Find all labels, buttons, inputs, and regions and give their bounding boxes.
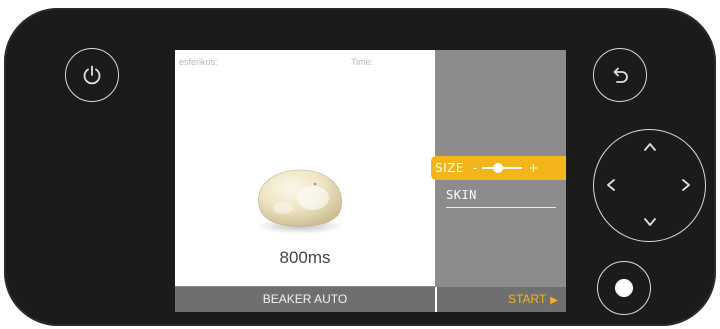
header-left-label: esferikos: xyxy=(179,57,218,67)
start-label: START xyxy=(508,292,547,306)
size-setting-row[interactable]: SIZE - + xyxy=(431,156,566,180)
power-icon xyxy=(83,65,101,85)
direction-pad xyxy=(593,129,706,242)
size-increase-button[interactable]: + xyxy=(528,161,538,175)
main-pane: esferikos: Time: 800ms xyxy=(175,50,435,286)
chevron-down-icon xyxy=(644,218,656,226)
duration-value: 800ms xyxy=(279,248,331,267)
back-button[interactable] xyxy=(593,48,647,102)
skin-label: SKIN xyxy=(446,188,477,202)
chevron-left-icon xyxy=(607,179,615,191)
spherification-drop-image xyxy=(256,169,344,234)
dpad-down-button[interactable] xyxy=(639,211,661,233)
power-button[interactable] xyxy=(65,48,119,102)
skin-setting-row[interactable]: SKIN xyxy=(446,185,556,208)
device-panel: esferikos: Time: 800ms SIZE - + SKIN BEA… xyxy=(4,8,716,326)
chevron-right-icon xyxy=(682,179,690,191)
size-decrease-button[interactable]: - xyxy=(473,161,477,175)
size-slider[interactable] xyxy=(482,162,523,174)
dpad-up-button[interactable] xyxy=(639,136,661,158)
chevron-up-icon xyxy=(644,143,656,151)
record-dot-icon xyxy=(615,279,633,297)
time-label: Time: xyxy=(351,57,374,67)
start-button[interactable]: START ▶ xyxy=(508,287,558,312)
size-label: SIZE xyxy=(435,161,464,175)
mode-label: BEAKER AUTO xyxy=(262,292,348,306)
display-screen: esferikos: Time: 800ms SIZE - + SKIN BEA… xyxy=(175,50,566,312)
dpad-right-button[interactable] xyxy=(675,174,697,196)
bottom-bar: BEAKER AUTO START ▶ xyxy=(175,287,566,312)
dpad-left-button[interactable] xyxy=(600,174,622,196)
undo-arrow-icon xyxy=(613,67,628,83)
bottom-divider xyxy=(435,287,437,312)
slider-thumb[interactable] xyxy=(493,163,504,173)
record-button[interactable] xyxy=(597,261,651,315)
play-icon: ▶ xyxy=(550,295,558,306)
